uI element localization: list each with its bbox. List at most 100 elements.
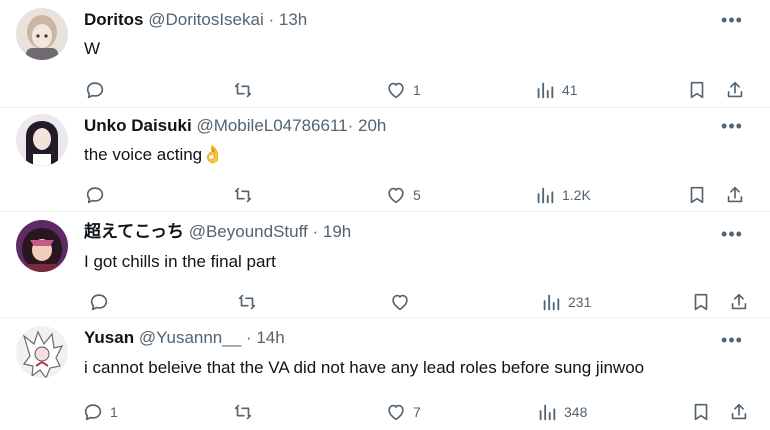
display-name[interactable]: Unko Daisuki [84, 116, 192, 135]
reply-text-content: I got chills in the final part [84, 252, 276, 271]
repost-icon [234, 187, 252, 203]
like-button[interactable]: 1 [385, 78, 421, 102]
like-button[interactable] [389, 290, 417, 314]
bookmark-icon [694, 293, 708, 311]
bookmark-icon [690, 186, 704, 204]
like-count: 1 [413, 82, 421, 98]
more-dots-icon[interactable]: ••• [720, 224, 744, 244]
display-name[interactable]: 超えてこっち [84, 222, 184, 241]
reply-item[interactable]: Yusan @Yusannn__ · 14h ••• i cannot bele… [0, 318, 770, 430]
more-dots-icon[interactable]: ••• [720, 10, 744, 30]
reply-text: I got chills in the final part [84, 251, 750, 273]
heart-icon [392, 294, 408, 311]
action-bar: 5 1.2K [0, 183, 770, 207]
views-bar-chart-icon [539, 404, 556, 421]
reply-text-content: W [84, 39, 101, 58]
heart-icon [388, 187, 404, 204]
share-button[interactable] [728, 290, 750, 314]
share-button[interactable] [728, 400, 750, 424]
timestamp[interactable]: 13h [279, 10, 307, 29]
user-handle[interactable]: @Yusannn__ [139, 328, 241, 347]
bookmark-button[interactable] [690, 290, 712, 314]
reply-text: i cannot beleive that the VA did not hav… [84, 357, 750, 379]
timestamp[interactable]: 19h [323, 222, 351, 241]
view-count: 41 [562, 82, 578, 98]
view-count: 348 [564, 404, 588, 420]
reply-button[interactable] [84, 183, 112, 207]
view-count: 231 [568, 294, 592, 310]
avatar[interactable] [16, 8, 68, 60]
reply-bubble-icon [90, 294, 108, 311]
separator: · [312, 222, 319, 241]
reply-button[interactable] [84, 78, 112, 102]
reply-text-content: the voice acting [84, 145, 203, 164]
separator: · [268, 10, 275, 29]
like-button[interactable]: 5 [385, 183, 421, 207]
repost-button[interactable] [232, 78, 260, 102]
reply-button[interactable]: 1 [82, 400, 118, 424]
avatar[interactable] [16, 326, 68, 378]
share-upload-icon [727, 186, 743, 203]
reply-item[interactable]: Unko Daisuki @MobileL04786611· 20h ••• t… [0, 108, 770, 212]
views-button[interactable]: 231 [540, 290, 591, 314]
manga-character-avatar-icon [16, 326, 68, 378]
share-upload-icon [727, 81, 743, 98]
avatar[interactable] [16, 220, 68, 272]
repost-icon [238, 294, 256, 310]
repost-icon [234, 404, 252, 420]
repost-button[interactable] [236, 290, 264, 314]
like-count: 7 [413, 404, 421, 420]
avatar[interactable] [16, 114, 68, 166]
bookmark-button[interactable] [686, 78, 708, 102]
reply-text-content: i cannot beleive that the VA did not hav… [84, 358, 645, 377]
reply-item[interactable]: 超えてこっち @BeyoundStuff · 19h ••• I got chi… [0, 212, 770, 318]
ok-hand-emoji-icon: 👌 [202, 145, 224, 164]
reply-button[interactable] [88, 290, 116, 314]
user-handle[interactable]: @MobileL04786611 [196, 116, 347, 135]
heart-icon [388, 82, 404, 99]
share-upload-icon [731, 403, 747, 420]
anime-character-avatar-icon [16, 220, 68, 272]
views-bar-chart-icon [537, 82, 554, 99]
views-bar-chart-icon [543, 294, 560, 311]
views-button[interactable]: 41 [534, 78, 578, 102]
bookmark-icon [690, 81, 704, 99]
dark-hair-girl-avatar-icon [16, 114, 68, 166]
share-button[interactable] [724, 183, 746, 207]
bookmark-button[interactable] [686, 183, 708, 207]
repost-button[interactable] [232, 183, 260, 207]
like-count: 5 [413, 187, 421, 203]
reply-header: Doritos @DoritosIsekai · 13h [84, 10, 710, 30]
reply-text: W [84, 38, 750, 60]
reply-bubble-icon [86, 82, 104, 99]
reply-header: Unko Daisuki @MobileL04786611· 20h [84, 116, 710, 136]
reply-item[interactable]: Doritos @DoritosIsekai · 13h ••• W 1 41 [0, 0, 770, 108]
timestamp[interactable]: 20h [358, 116, 386, 135]
more-dots-icon[interactable]: ••• [720, 116, 744, 136]
reply-header: 超えてこっち @BeyoundStuff · 19h [84, 222, 710, 242]
anime-girl-avatar-icon [16, 8, 68, 60]
reply-text: the voice acting👌 [84, 144, 750, 166]
more-dots-icon[interactable]: ••• [720, 330, 744, 350]
separator: · [245, 328, 252, 347]
repost-button[interactable] [232, 400, 260, 424]
user-handle[interactable]: @BeyoundStuff [189, 222, 308, 241]
reply-header: Yusan @Yusannn__ · 14h [84, 328, 710, 348]
reply-count: 1 [110, 404, 118, 420]
views-button[interactable]: 1.2K [534, 183, 591, 207]
action-bar: 231 [0, 290, 770, 314]
display-name[interactable]: Doritos [84, 10, 144, 29]
view-count: 1.2K [562, 187, 591, 203]
like-button[interactable]: 7 [385, 400, 421, 424]
share-button[interactable] [724, 78, 746, 102]
timestamp[interactable]: 14h [256, 328, 284, 347]
share-upload-icon [731, 293, 747, 310]
display-name[interactable]: Yusan [84, 328, 134, 347]
views-bar-chart-icon [537, 187, 554, 204]
views-button[interactable]: 348 [536, 400, 587, 424]
replies-feed: Doritos @DoritosIsekai · 13h ••• W 1 41 … [0, 0, 770, 430]
bookmark-button[interactable] [690, 400, 712, 424]
user-handle[interactable]: @DoritosIsekai [148, 10, 264, 29]
heart-icon [388, 404, 404, 421]
repost-icon [234, 82, 252, 98]
